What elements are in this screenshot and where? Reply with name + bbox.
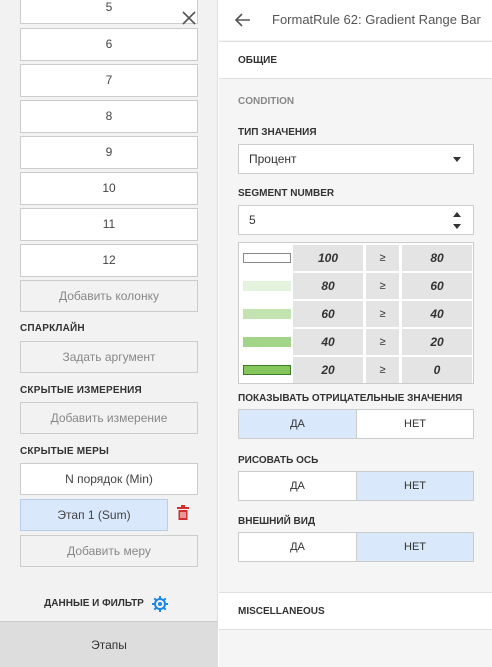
range-to[interactable]: 0 <box>402 357 472 383</box>
data-filter-label: ДАННЫЕ И ФИЛЬТР <box>44 598 144 609</box>
page-title: FormatRule 62: Gradient Range Bar <box>272 12 481 27</box>
range-color-cell[interactable] <box>241 273 293 299</box>
spin-down-icon[interactable] <box>453 224 461 229</box>
range-row: 40 ≥20 <box>241 329 473 355</box>
add-dimension-button[interactable]: Добавить измерение <box>20 402 198 434</box>
range-from[interactable]: 20 <box>293 357 363 383</box>
column-item[interactable]: 6 <box>20 28 198 61</box>
add-column-button[interactable]: Добавить колонку <box>20 280 198 312</box>
add-measure-button[interactable]: Добавить меру <box>20 535 198 567</box>
appearance-toggle: ДА НЕТ <box>238 532 474 562</box>
column-item[interactable]: 9 <box>20 136 198 169</box>
draw-axis-toggle: ДА НЕТ <box>238 471 474 501</box>
value-type-value: Процент <box>249 152 297 166</box>
show-negative-label: ПОКАЗЫВАТЬ ОТРИЦАТЕЛЬНЫЕ ЗНАЧЕНИЯ <box>238 393 463 404</box>
column-item[interactable]: 10 <box>20 172 198 205</box>
appearance-label: ВНЕШНИЙ ВИД <box>238 516 316 527</box>
draw-axis-yes[interactable]: ДА <box>239 472 356 500</box>
range-operator[interactable]: ≥ <box>366 273 399 299</box>
column-item[interactable]: 11 <box>20 208 198 241</box>
gear-icon[interactable] <box>151 595 169 613</box>
column-item[interactable]: 7 <box>20 64 198 97</box>
segment-number-label: SEGMENT NUMBER <box>238 188 335 199</box>
range-row: 60 ≥40 <box>241 301 473 327</box>
general-section[interactable]: ОБЩИЕ <box>219 41 492 79</box>
range-from[interactable]: 80 <box>293 273 363 299</box>
range-color-cell[interactable] <box>241 301 293 327</box>
range-operator[interactable]: ≥ <box>366 329 399 355</box>
range-color-cell[interactable] <box>241 329 293 355</box>
range-operator[interactable]: ≥ <box>366 245 399 271</box>
range-from[interactable]: 40 <box>293 329 363 355</box>
range-color-cell[interactable] <box>241 357 293 383</box>
miscellaneous-section[interactable]: MISCELLANEOUS <box>219 592 492 630</box>
sparkline-title: СПАРКЛАЙН <box>20 323 85 334</box>
range-to[interactable]: 80 <box>402 245 472 271</box>
value-type-select[interactable]: Процент <box>238 144 474 174</box>
show-negative-toggle: ДА НЕТ <box>238 409 474 439</box>
range-to[interactable]: 40 <box>402 301 472 327</box>
spin-up-icon[interactable] <box>453 212 461 217</box>
close-icon[interactable] <box>181 10 197 26</box>
header: FormatRule 62: Gradient Range Bar <box>219 0 492 40</box>
set-argument-button[interactable]: Задать аргумент <box>20 341 198 373</box>
range-row: 20 ≥0 <box>241 357 473 383</box>
appearance-no[interactable]: НЕТ <box>356 533 473 561</box>
measure-item-selected[interactable]: Этап 1 (Sum) <box>20 499 168 531</box>
column-item[interactable]: 8 <box>20 100 198 133</box>
ranges-table: 100 ≥80 80 ≥60 60 ≥40 40 ≥20 20 ≥0 <box>238 242 474 384</box>
range-from[interactable]: 60 <box>293 301 363 327</box>
range-to[interactable]: 60 <box>402 273 472 299</box>
right-panel: FormatRule 62: Gradient Range Bar ОБЩИЕ … <box>219 0 492 667</box>
condition-label: CONDITION <box>238 96 295 107</box>
show-negative-no[interactable]: НЕТ <box>356 410 473 438</box>
hidden-measures-title: СКРЫТЫЕ МЕРЫ <box>20 446 109 457</box>
hidden-dimensions-title: СКРЫТЫЕ ИЗМЕРЕНИЯ <box>20 385 142 396</box>
chevron-down-icon <box>453 157 461 162</box>
column-item[interactable]: 12 <box>20 244 198 277</box>
segment-number-value: 5 <box>249 213 256 227</box>
range-color-swatch <box>243 253 291 263</box>
range-operator[interactable]: ≥ <box>366 301 399 327</box>
range-color-swatch <box>243 337 291 347</box>
range-color-cell[interactable] <box>241 245 293 271</box>
draw-axis-label: РИСОВАТЬ ОСЬ <box>238 455 319 466</box>
tab-stages[interactable]: Этапы <box>0 621 217 667</box>
trash-icon[interactable] <box>176 505 190 521</box>
range-row: 100 ≥80 <box>241 245 473 271</box>
range-color-swatch <box>243 309 291 319</box>
column-item[interactable]: 5 <box>20 0 198 24</box>
draw-axis-no[interactable]: НЕТ <box>356 472 473 500</box>
left-panel: 5 6 7 8 9 10 11 12 Добавить колонку СПАР… <box>0 0 218 667</box>
range-color-swatch <box>243 281 291 291</box>
segment-number-input[interactable]: 5 <box>238 205 474 235</box>
range-to[interactable]: 20 <box>402 329 472 355</box>
range-from[interactable]: 100 <box>293 245 363 271</box>
range-color-swatch <box>243 365 291 375</box>
appearance-yes[interactable]: ДА <box>239 533 356 561</box>
measure-item[interactable]: N порядок (Min) <box>20 463 198 495</box>
range-operator[interactable]: ≥ <box>366 357 399 383</box>
value-type-label: ТИП ЗНАЧЕНИЯ <box>238 127 317 138</box>
range-row: 80 ≥60 <box>241 273 473 299</box>
back-arrow-icon[interactable] <box>234 11 252 29</box>
show-negative-yes[interactable]: ДА <box>239 410 356 438</box>
